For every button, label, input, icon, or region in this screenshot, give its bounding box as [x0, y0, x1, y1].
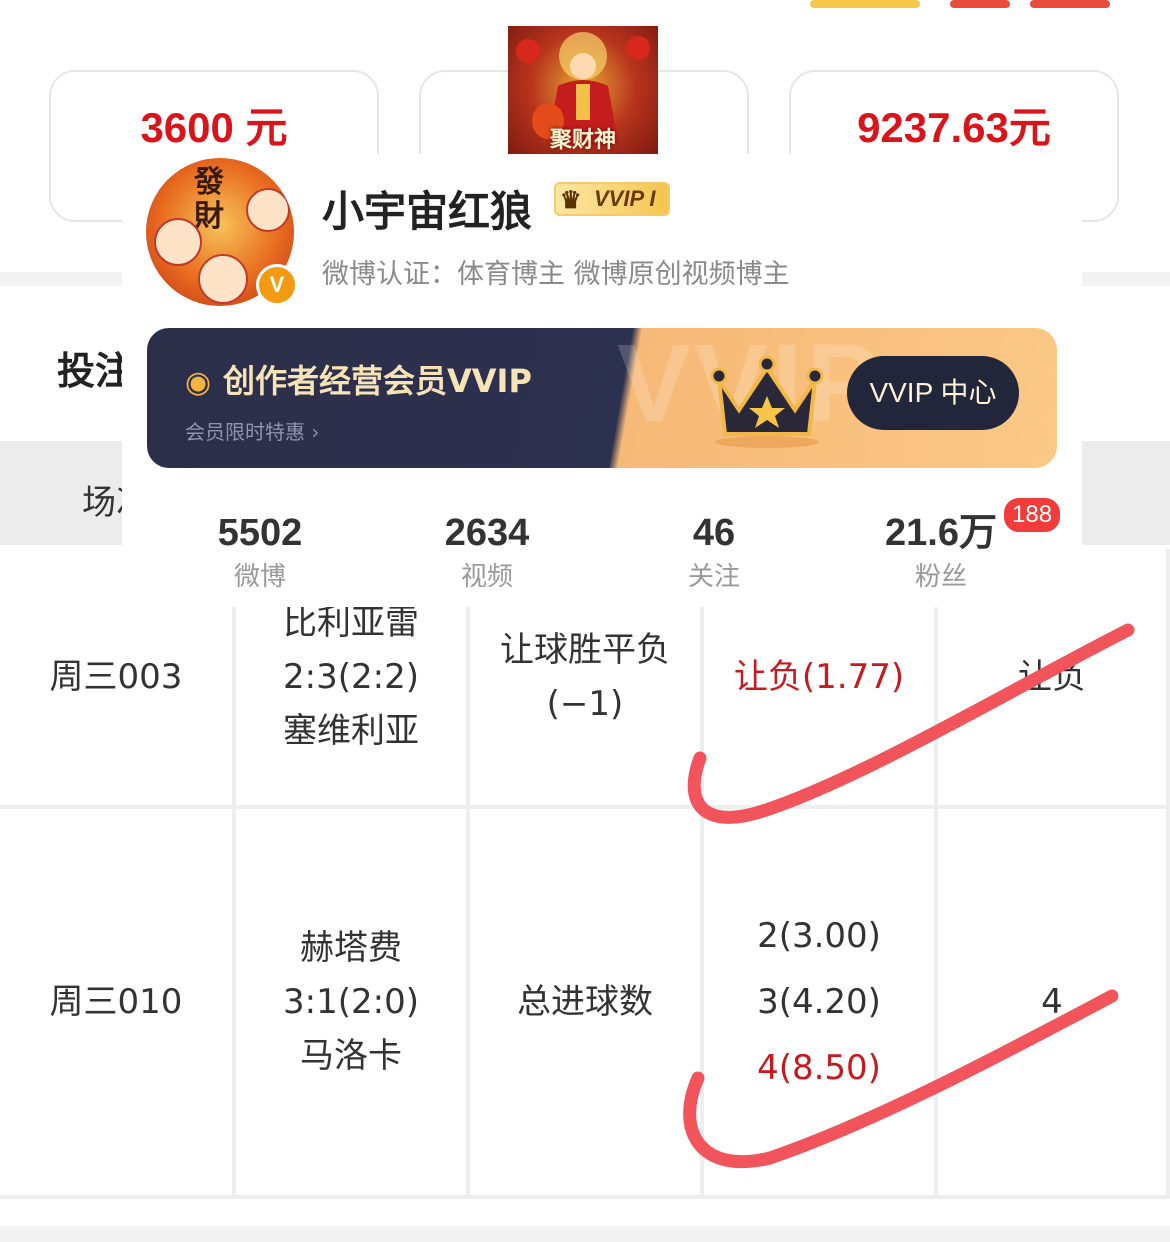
vvip-center-button[interactable]: VVIP 中心 [847, 356, 1019, 430]
away-team: 塞维利亚 [283, 711, 419, 751]
weibo-logo-icon: ◉ [185, 365, 212, 400]
stat-videos-value: 2634 [444, 512, 530, 554]
stat-following-label: 关注 [687, 562, 740, 592]
avatar-face-icon [246, 188, 290, 232]
play-type-cell: 总进球数 [470, 809, 704, 1199]
stat-videos-label: 视频 [460, 562, 513, 592]
match-cell: 赫塔费 3:1(2:0) 马洛卡 [236, 809, 470, 1199]
stat-videos[interactable]: 2634 视频 [387, 509, 587, 597]
crown-icon: ♛ [560, 187, 582, 214]
stat-following[interactable]: 46 关注 [614, 509, 814, 597]
stat-posts-label: 微博 [233, 562, 286, 592]
stat-posts[interactable]: 5502 微博 [160, 509, 360, 597]
score: 2:3(2:2) [283, 657, 419, 697]
bet-amount: 3600 元 [140, 104, 288, 151]
pick-option: 让负(1.77) [733, 657, 905, 697]
avatar-face-icon [198, 254, 248, 304]
match-number: 周三010 [49, 982, 183, 1022]
result-cell: 4 [938, 809, 1170, 1199]
verified-badge-icon: V [256, 264, 298, 306]
away-team: 马洛卡 [300, 1036, 402, 1076]
vip-banner-title-text: 创作者经营会员VVIP [223, 362, 532, 400]
pick-option-winning: 4(8.50) [757, 1048, 881, 1088]
match-number: 周三003 [49, 657, 183, 697]
stat-posts-value: 5502 [217, 512, 303, 554]
certification-text: 微博认证：体育博主 微博原创视频博主 [322, 259, 790, 290]
pick-option: 3(4.20) [757, 982, 881, 1022]
win-amount: 9237.63元 [857, 104, 1051, 151]
notification-badge: 188 [1002, 496, 1063, 534]
pick-option: 2(3.00) [757, 916, 881, 956]
stat-followers-label: 粉丝 [914, 562, 967, 592]
avatar-text: 發財 [194, 165, 224, 234]
vvip-level-text: VVIP I [594, 186, 656, 211]
play-type: 让球胜平负 [500, 630, 670, 670]
vvip-level-badge[interactable]: ♛ VVIP I [554, 182, 670, 216]
profile-stats: 5502 微博 2634 视频 46 关注 21.6万 粉丝 [122, 509, 1082, 607]
profile-card: 發財 V 小宇宙红狼 ♛ VVIP I 微博认证：体育博主 微博原创视频博主 V… [122, 154, 1082, 607]
vip-banner-subtitle: 会员限时特惠 › [185, 420, 320, 444]
avatar-face-icon [154, 218, 202, 266]
bottom-band [0, 1226, 1170, 1242]
handicap: (−1) [546, 684, 624, 724]
play-type: 总进球数 [517, 982, 653, 1022]
pick-cell: 2(3.00) 3(4.20) 4(8.50) [704, 809, 938, 1199]
crown-icon [710, 355, 824, 448]
match-result: 让负 [1018, 657, 1086, 697]
stat-following-value: 46 [692, 512, 736, 554]
top-decoration [810, 0, 1110, 8]
vip-membership-banner[interactable]: VVIP ◉ 创作者经营会员VVIP 会员限时特惠 › VVIP 中心 [147, 328, 1057, 468]
score: 3:1(2:0) [283, 982, 419, 1022]
match-result: 4 [1041, 982, 1063, 1022]
table-row: 周三010 [0, 809, 236, 1199]
home-team: 赫塔费 [300, 928, 402, 968]
vip-banner-title: ◉ 创作者经营会员VVIP [185, 356, 532, 402]
banner-caption: 聚财神 [549, 128, 616, 153]
username[interactable]: 小宇宙红狼 [322, 178, 532, 239]
